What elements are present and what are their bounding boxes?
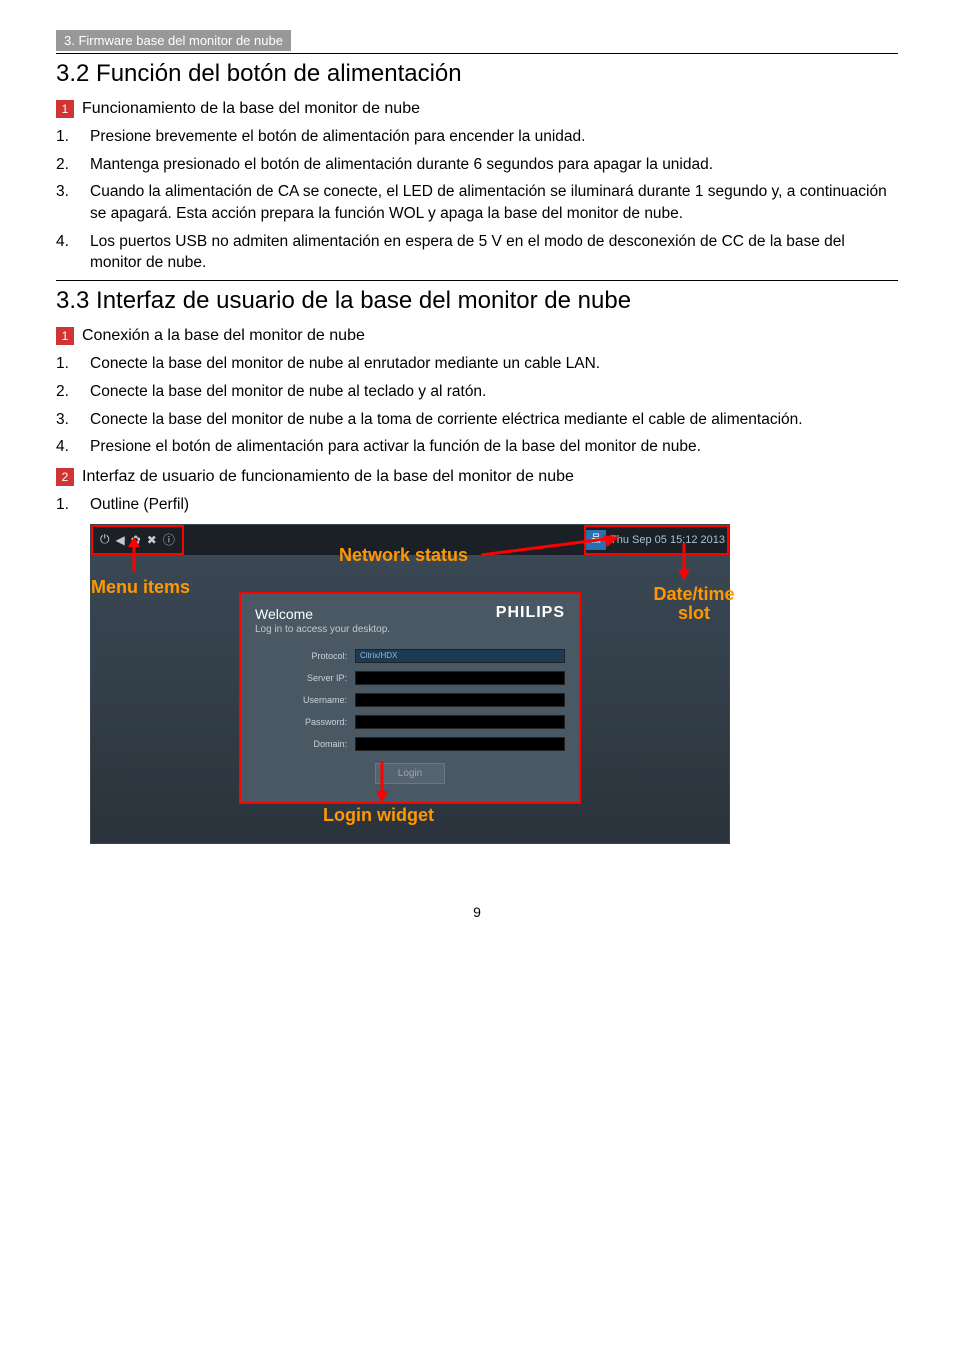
- page-number: 9: [56, 904, 898, 920]
- list-item: Los puertos USB no admiten alimentación …: [56, 231, 898, 274]
- callout-datetime: Date/time slot: [639, 585, 749, 625]
- username-input[interactable]: [355, 693, 565, 707]
- domain-row: Domain:: [255, 737, 565, 751]
- list-item: Presione el botón de alimentación para a…: [56, 436, 898, 458]
- network-status-icon[interactable]: 品: [586, 530, 606, 550]
- sub-title-label: Conexión a la base del monitor de nube: [82, 327, 365, 345]
- domain-input[interactable]: [355, 737, 565, 751]
- username-label: Username:: [255, 695, 355, 705]
- list-item: Cuando la alimentación de CA se conecte,…: [56, 181, 898, 224]
- server-label: Server IP:: [255, 673, 355, 683]
- list-item: Mantenga presionado el botón de alimenta…: [56, 154, 898, 176]
- callout-menu-items: Menu items: [91, 577, 190, 598]
- section-3-2-title: 3.2 Función del botón de alimentación: [56, 60, 898, 88]
- login-card: PHILIPS Welcome Log in to access your de…: [240, 593, 580, 803]
- list-item: Conecte la base del monitor de nube al e…: [56, 353, 898, 375]
- list-item: Outline (Perfil): [56, 494, 898, 516]
- username-row: Username:: [255, 693, 565, 707]
- info-icon[interactable]: ⓘ: [163, 531, 175, 548]
- welcome-sub: Log in to access your desktop.: [255, 624, 565, 635]
- login-button[interactable]: Login: [375, 763, 445, 784]
- password-row: Password:: [255, 715, 565, 729]
- list-3-3-2: Outline (Perfil): [56, 494, 898, 516]
- monitor-ui-window: ⏻ ◀ ✿ ✖ ⓘ 品 Thu Sep 05 15:12 2013 PHILIP…: [90, 524, 730, 844]
- sub-title-label: Funcionamiento de la base del monitor de…: [82, 100, 420, 118]
- sub-title-3-2-1: 1 Funcionamiento de la base del monitor …: [56, 100, 898, 118]
- protocol-label: Protocol:: [255, 651, 355, 661]
- menu-icons-group[interactable]: ⏻ ◀ ✿ ✖ ⓘ: [91, 525, 184, 555]
- protocol-select[interactable]: Citrix/HDX: [355, 649, 565, 663]
- document-page: 3. Firmware base del monitor de nube 3.2…: [0, 0, 954, 960]
- protocol-row: Protocol: Citrix/HDX: [255, 649, 565, 663]
- top-rule: [56, 53, 898, 54]
- tool-icon[interactable]: ✖: [147, 533, 157, 547]
- callout-login-widget: Login widget: [323, 805, 434, 826]
- sub-title-3-3-2: 2 Interfaz de usuario de funcionamiento …: [56, 468, 898, 486]
- status-datetime-group: 品 Thu Sep 05 15:12 2013: [584, 525, 729, 555]
- domain-label: Domain:: [255, 739, 355, 749]
- list-item: Conecte la base del monitor de nube al t…: [56, 381, 898, 403]
- list-3-2: Presione brevemente el botón de alimenta…: [56, 126, 898, 274]
- breadcrumb: 3. Firmware base del monitor de nube: [56, 30, 291, 51]
- ui-body: PHILIPS Welcome Log in to access your de…: [91, 555, 729, 843]
- password-input[interactable]: [355, 715, 565, 729]
- section-3-3-title: 3.3 Interfaz de usuario de la base del m…: [56, 287, 898, 315]
- list-3-3-1: Conecte la base del monitor de nube al e…: [56, 353, 898, 458]
- sub-title-label: Interfaz de usuario de funcionamiento de…: [82, 468, 574, 486]
- callout-network-status: Network status: [339, 545, 468, 566]
- sub-title-3-3-1: 1 Conexión a la base del monitor de nube: [56, 327, 898, 345]
- brand-logo: PHILIPS: [496, 604, 565, 622]
- power-icon[interactable]: ⏻: [100, 532, 110, 547]
- datetime-text: Thu Sep 05 15:12 2013: [610, 534, 725, 546]
- numbox-2-icon: 2: [56, 468, 74, 486]
- server-input[interactable]: [355, 671, 565, 685]
- back-icon[interactable]: ◀: [116, 533, 125, 547]
- list-item: Presione brevemente el botón de alimenta…: [56, 126, 898, 148]
- list-item: Conecte la base del monitor de nube a la…: [56, 409, 898, 431]
- server-row: Server IP:: [255, 671, 565, 685]
- ui-screenshot-figure: ⏻ ◀ ✿ ✖ ⓘ 品 Thu Sep 05 15:12 2013 PHILIP…: [90, 524, 730, 844]
- mid-rule: [56, 280, 898, 281]
- password-label: Password:: [255, 717, 355, 727]
- numbox-1-icon: 1: [56, 100, 74, 118]
- gear-icon[interactable]: ✿: [131, 533, 141, 547]
- numbox-1-icon: 1: [56, 327, 74, 345]
